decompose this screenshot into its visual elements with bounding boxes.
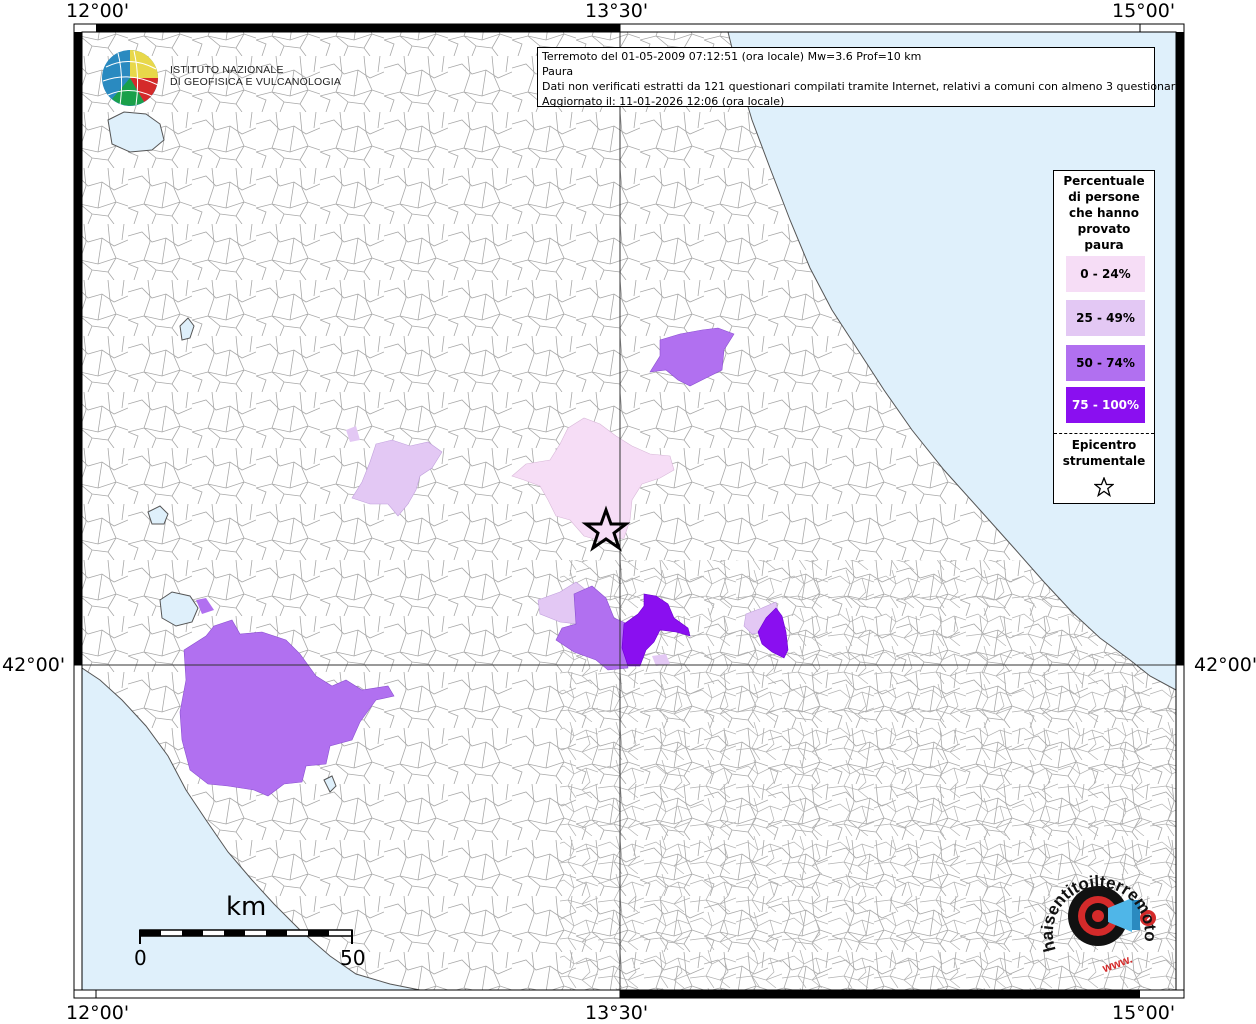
ingv-line2: DI GEOFISICA E VULCANOLOGIA (170, 76, 342, 88)
legend-epicenter-line1: Epicentro (1071, 438, 1137, 452)
ingv-text: ISTITUTO NAZIONALE DI GEOFISICA E VULCAN… (170, 64, 341, 88)
legend-epicenter-line2: strumentale (1062, 454, 1146, 468)
scale-min-label: 0 (134, 946, 147, 970)
legend-title-line3: che hanno (1069, 206, 1139, 220)
event-info-line1: Terremoto del 01-05-2009 07:12:51 (ora l… (542, 50, 922, 63)
legend-title: Percentuale di persone che hanno provato… (1054, 173, 1154, 253)
scale-max-label: 50 (340, 946, 366, 970)
event-info-line3: Dati non verificati estratti da 121 ques… (542, 80, 1182, 93)
ingv-globe-icon (102, 50, 159, 106)
legend-star-icon (1094, 477, 1114, 497)
legend-title-line2: di persone (1068, 190, 1140, 204)
legend: Percentuale di persone che hanno provato… (1053, 170, 1155, 504)
legend-title-line5: paura (1084, 238, 1124, 252)
scale-unit-label: km (226, 892, 267, 922)
event-info-line4: Aggiornato il: 11-01-2026 12:06 (ora loc… (542, 95, 785, 108)
legend-separator (1054, 433, 1154, 434)
legend-class-0-24: 0 - 24% (1066, 256, 1145, 292)
legend-class-50-74: 50 - 74% (1066, 345, 1145, 381)
hs-www-text: www. (1100, 952, 1135, 976)
haisentito-logo-icon: ? haisentitoilterremoto.it www. (1036, 860, 1160, 976)
legend-title-line1: Percentuale (1063, 174, 1145, 188)
legend-epicenter-title: Epicentro strumentale (1054, 437, 1154, 469)
legend-class-75-100: 75 - 100% (1066, 387, 1145, 423)
ingv-line1: ISTITUTO NAZIONALE (170, 64, 284, 76)
legend-title-line4: provato (1077, 222, 1131, 236)
legend-class-25-49: 25 - 49% (1066, 300, 1145, 336)
event-info-line2: Paura (542, 65, 574, 78)
event-info-box: Terremoto del 01-05-2009 07:12:51 (ora l… (537, 47, 1182, 108)
